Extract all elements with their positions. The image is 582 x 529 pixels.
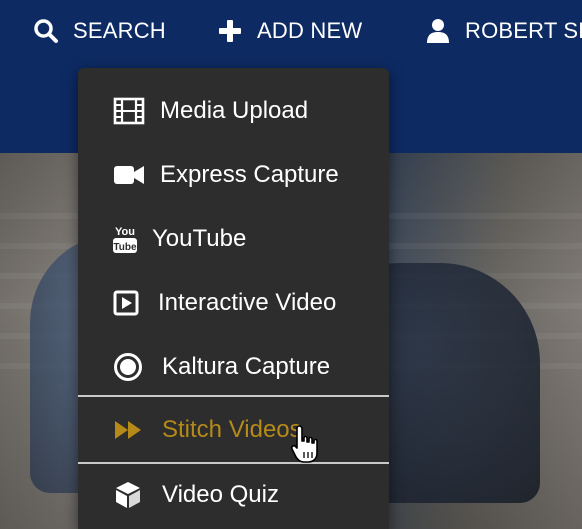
menu-item-label: Media Upload <box>160 97 309 124</box>
add-new-button[interactable]: ADD NEW <box>216 14 362 48</box>
menu-item-express-capture[interactable]: Express Capture <box>78 145 423 205</box>
menu-divider <box>78 395 389 397</box>
menu-item-label: Kaltura Capture <box>162 353 331 380</box>
user-icon <box>424 17 452 45</box>
add-new-dropdown-menu: Media Upload Express Capture You Tube Yo… <box>78 68 389 529</box>
menu-item-label: Video Quiz <box>162 481 279 508</box>
search-label: SEARCH <box>73 18 166 43</box>
menu-item-label: Interactive Video <box>158 289 337 316</box>
plus-icon <box>216 17 244 45</box>
video-camera-icon <box>112 158 146 192</box>
user-name-label: ROBERT SH <box>465 18 582 43</box>
nav-row: SEARCH ADD NEW ROBERT SH <box>0 0 582 64</box>
add-new-label: ADD NEW <box>257 18 363 43</box>
menu-item-media-upload[interactable]: Media Upload <box>78 81 423 141</box>
menu-item-kaltura-capture[interactable]: Kaltura Capture <box>78 337 423 397</box>
menu-divider <box>78 462 389 464</box>
svg-text:You: You <box>115 226 135 238</box>
menu-item-youtube[interactable]: You Tube YouTube <box>78 209 423 269</box>
cube-icon <box>112 478 144 512</box>
menu-item-stitch-videos[interactable]: Stitch Videos <box>78 400 423 460</box>
record-circle-icon <box>112 350 144 384</box>
play-square-icon <box>112 286 140 320</box>
menu-item-label: Stitch Videos <box>162 416 302 443</box>
svg-text:Tube: Tube <box>113 242 137 253</box>
youtube-icon: You Tube <box>112 222 138 256</box>
menu-item-label: Express Capture <box>160 161 339 188</box>
fast-forward-icon <box>112 413 146 447</box>
film-icon <box>112 94 146 128</box>
menu-item-interactive-video[interactable]: Interactive Video <box>78 273 423 333</box>
search-icon <box>32 17 60 45</box>
hand-pointer-cursor-icon <box>290 424 320 464</box>
menu-item-video-quiz[interactable]: Video Quiz <box>78 465 423 525</box>
search-button[interactable]: SEARCH <box>32 14 166 48</box>
menu-item-label: YouTube <box>152 225 247 252</box>
user-menu-button[interactable]: ROBERT SH <box>424 14 582 48</box>
